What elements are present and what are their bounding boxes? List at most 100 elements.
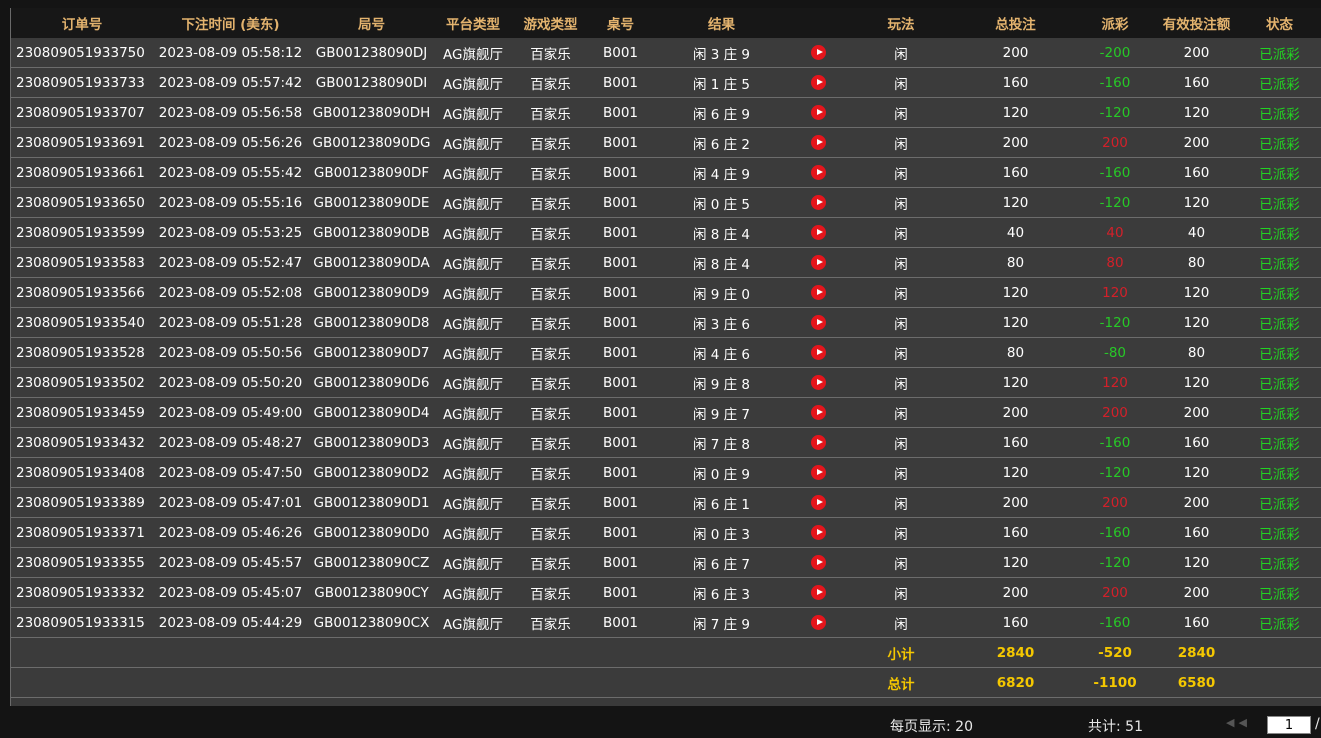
table-row: 230809051933502 2023-08-09 05:50:20 GB0012… — [11, 367, 1321, 398]
cell-payout: 40 — [1074, 217, 1156, 248]
cell-order-id: 230809051933502 — [11, 367, 153, 398]
cell-game-type: 百家乐 — [511, 517, 590, 548]
cell-game-type: 百家乐 — [511, 217, 590, 248]
table-row: 230809051933661 2023-08-09 05:55:42 GB0012… — [11, 157, 1321, 188]
cell-result: 闲 0 庄 3 — [651, 517, 792, 548]
page-number-input[interactable]: 1 — [1267, 716, 1311, 734]
play-circle-icon[interactable] — [811, 465, 826, 480]
cell-bet-time: 2023-08-09 05:52:08 — [153, 277, 308, 308]
cell-valid-bet: 200 — [1156, 127, 1237, 158]
cell-valid-bet: 80 — [1156, 247, 1237, 278]
play-circle-icon[interactable] — [811, 435, 826, 450]
play-circle-icon[interactable] — [811, 165, 826, 180]
cell-bet-type: 闲 — [845, 397, 957, 428]
first-page-icon[interactable]: ◀ — [1226, 716, 1238, 729]
play-circle-icon[interactable] — [811, 495, 826, 510]
cell-game-type: 百家乐 — [511, 157, 590, 188]
cell-order-id: 230809051933691 — [11, 127, 153, 158]
play-circle-icon[interactable] — [811, 75, 826, 90]
cell-result: 闲 6 庄 7 — [651, 547, 792, 578]
play-circle-icon[interactable] — [811, 285, 826, 300]
cell-result: 闲 8 庄 4 — [651, 217, 792, 248]
cell-payout: 200 — [1074, 127, 1156, 158]
cell-bet-type: 闲 — [845, 157, 957, 188]
cell-replay — [792, 187, 845, 218]
cell-platform: AG旗舰厅 — [435, 577, 511, 608]
cell-status: 已派彩 — [1237, 577, 1321, 608]
cell-total-bet: 120 — [957, 307, 1074, 338]
play-circle-icon[interactable] — [811, 405, 826, 420]
cell-bet-type: 闲 — [845, 457, 957, 488]
cell-platform: AG旗舰厅 — [435, 487, 511, 518]
cell-total-bet: 160 — [957, 607, 1074, 638]
cell-payout: 200 — [1074, 577, 1156, 608]
cell-bet-time: 2023-08-09 05:58:12 — [153, 38, 308, 68]
cell-bet-type: 闲 — [845, 217, 957, 248]
cell-round-id: GB001238090D3 — [308, 427, 435, 458]
cell-bet-time: 2023-08-09 05:47:01 — [153, 487, 308, 518]
cell-round-id: GB001238090D7 — [308, 337, 435, 368]
cell-valid-bet: 160 — [1156, 427, 1237, 458]
play-circle-icon[interactable] — [811, 615, 826, 630]
cell-game-type: 百家乐 — [511, 67, 590, 98]
cell-replay — [792, 247, 845, 278]
table-row: 230809051933408 2023-08-09 05:47:50 GB0012… — [11, 457, 1321, 488]
cell-bet-type: 闲 — [845, 38, 957, 68]
cell-round-id: GB001238090DE — [308, 187, 435, 218]
subtotal-total-bet: 2840 — [957, 637, 1074, 668]
cell-bet-time: 2023-08-09 05:56:58 — [153, 97, 308, 128]
play-circle-icon[interactable] — [811, 375, 826, 390]
play-circle-icon[interactable] — [811, 585, 826, 600]
cell-total-bet: 160 — [957, 67, 1074, 98]
cell-valid-bet: 120 — [1156, 277, 1237, 308]
cell-round-id: GB001238090DJ — [308, 38, 435, 68]
play-circle-icon[interactable] — [811, 345, 826, 360]
subtotal-spacer — [11, 637, 845, 668]
cell-replay — [792, 38, 845, 68]
cell-total-bet: 120 — [957, 187, 1074, 218]
play-circle-icon[interactable] — [811, 45, 826, 60]
play-circle-icon[interactable] — [811, 195, 826, 210]
cell-platform: AG旗舰厅 — [435, 127, 511, 158]
play-circle-icon[interactable] — [811, 135, 826, 150]
cell-game-type: 百家乐 — [511, 427, 590, 458]
grandtotal-total-bet: 6820 — [957, 667, 1074, 698]
cell-bet-time: 2023-08-09 05:52:47 — [153, 247, 308, 278]
prev-page-icon[interactable]: ◀ — [1238, 716, 1250, 729]
cell-bet-time: 2023-08-09 05:46:26 — [153, 517, 308, 548]
cell-bet-type: 闲 — [845, 517, 957, 548]
cell-status: 已派彩 — [1237, 277, 1321, 308]
play-circle-icon[interactable] — [811, 525, 826, 540]
cell-round-id: GB001238090CZ — [308, 547, 435, 578]
cell-total-bet: 40 — [957, 217, 1074, 248]
cell-round-id: GB001238090DH — [308, 97, 435, 128]
cell-bet-time: 2023-08-09 05:57:42 — [153, 67, 308, 98]
play-circle-icon[interactable] — [811, 555, 826, 570]
cell-result: 闲 6 庄 9 — [651, 97, 792, 128]
play-circle-icon[interactable] — [811, 315, 826, 330]
cell-round-id: GB001238090D1 — [308, 487, 435, 518]
cell-total-bet: 160 — [957, 157, 1074, 188]
cell-result: 闲 9 庄 0 — [651, 277, 792, 308]
page-separator: / — [1315, 716, 1320, 732]
play-circle-icon[interactable] — [811, 255, 826, 270]
header-payout: 派彩 — [1074, 8, 1156, 38]
cell-status: 已派彩 — [1237, 247, 1321, 278]
cell-status: 已派彩 — [1237, 427, 1321, 458]
grandtotal-label: 总计 — [845, 667, 957, 698]
cell-status: 已派彩 — [1237, 457, 1321, 488]
cell-platform: AG旗舰厅 — [435, 427, 511, 458]
cell-total-bet: 80 — [957, 247, 1074, 278]
play-circle-icon[interactable] — [811, 225, 826, 240]
cell-round-id: GB001238090D0 — [308, 517, 435, 548]
cell-bet-time: 2023-08-09 05:47:50 — [153, 457, 308, 488]
table-row: 230809051933389 2023-08-09 05:47:01 GB0012… — [11, 487, 1321, 518]
cell-bet-time: 2023-08-09 05:44:29 — [153, 607, 308, 638]
cell-order-id: 230809051933566 — [11, 277, 153, 308]
grandtotal-valid-bet: 6580 — [1156, 667, 1237, 698]
play-circle-icon[interactable] — [811, 105, 826, 120]
cell-order-id: 230809051933389 — [11, 487, 153, 518]
cell-game-type: 百家乐 — [511, 337, 590, 368]
cell-replay — [792, 97, 845, 128]
cell-table-no: B001 — [590, 67, 651, 98]
